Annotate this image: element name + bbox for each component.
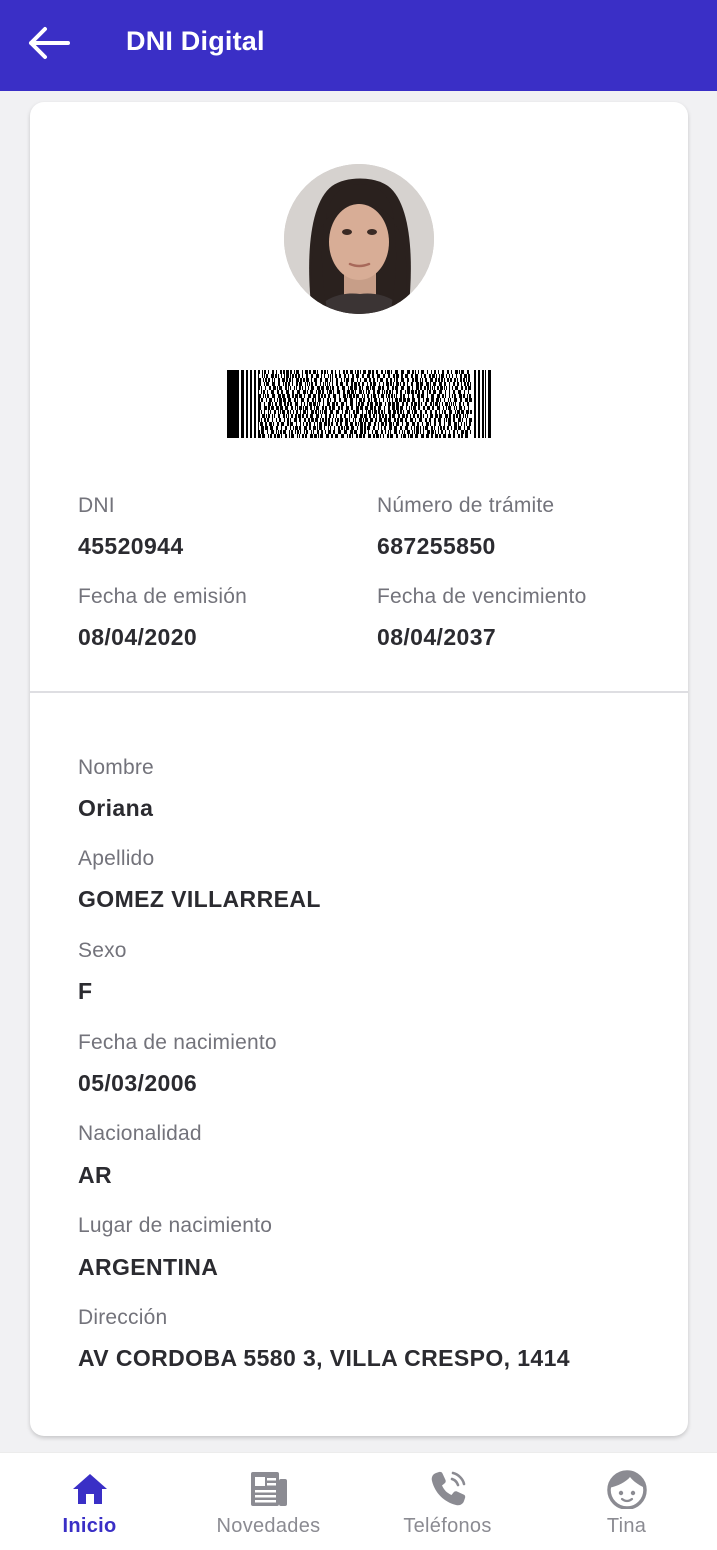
detail-nacionalidad-label: Nacionalidad — [78, 1122, 202, 1145]
nav-label-novedades: Novedades — [216, 1515, 321, 1537]
detail-nacionalidad-value: AR — [78, 1162, 113, 1188]
detail-apellido-label: Apellido — [78, 847, 155, 870]
summary-vencimiento-value: 08/04/2037 — [377, 624, 497, 650]
detail-nombre-label: Nombre — [78, 756, 154, 779]
detail-nombre-value: Oriana — [78, 795, 154, 821]
page-title: DNI Digital — [126, 26, 265, 56]
detail-sexo-label: Sexo — [78, 939, 127, 962]
nav-item-inicio[interactable]: Inicio — [0, 1453, 179, 1550]
nav-label-telefonos: Teléfonos — [403, 1515, 492, 1537]
bottom-navigation: Inicio Novedades Teléfonos Tina — [0, 1452, 717, 1550]
summary-dni-value: 45520944 — [78, 533, 184, 559]
summary-tramite-label: Número de trámite — [377, 494, 555, 517]
nav-item-novedades[interactable]: Novedades — [179, 1453, 358, 1550]
pdf417-barcode — [227, 370, 491, 438]
summary-dni-label: DNI — [78, 494, 115, 517]
card-divider — [30, 691, 688, 693]
arrow-left-icon — [29, 27, 70, 59]
profile-photo — [284, 164, 434, 314]
nav-label-inicio: Inicio — [62, 1515, 117, 1537]
detail-apellido-value: GOMEZ VILLARREAL — [78, 886, 321, 912]
detail-direccion-value: AV CORDOBA 5580 3, VILLA CRESPO, 1414 — [78, 1345, 570, 1371]
phone-icon — [426, 1467, 470, 1511]
back-button[interactable] — [22, 20, 74, 66]
summary-vencimiento-label: Fecha de vencimiento — [377, 585, 587, 608]
detail-nacimiento-value: 05/03/2006 — [78, 1070, 198, 1096]
summary-emision-value: 08/04/2020 — [78, 624, 198, 650]
home-icon — [68, 1467, 112, 1511]
summary-emision-label: Fecha de emisión — [78, 585, 247, 608]
nav-item-telefonos[interactable]: Teléfonos — [358, 1453, 537, 1550]
dni-card: DNI 45520944 Número de trámite 687255850… — [30, 102, 688, 1436]
nav-label-tina: Tina — [606, 1515, 647, 1537]
summary-tramite-value: 687255850 — [377, 533, 496, 559]
tina-face-icon — [605, 1467, 649, 1511]
detail-lugar-label: Lugar de nacimiento — [78, 1214, 273, 1237]
newspaper-icon — [247, 1467, 291, 1511]
detail-sexo-value: F — [78, 978, 93, 1004]
nav-item-tina[interactable]: Tina — [537, 1453, 716, 1550]
detail-lugar-value: ARGENTINA — [78, 1254, 219, 1280]
detail-nacimiento-label: Fecha de nacimiento — [78, 1031, 277, 1054]
app-bar: DNI Digital — [0, 0, 717, 91]
detail-direccion-label: Dirección — [78, 1306, 168, 1329]
